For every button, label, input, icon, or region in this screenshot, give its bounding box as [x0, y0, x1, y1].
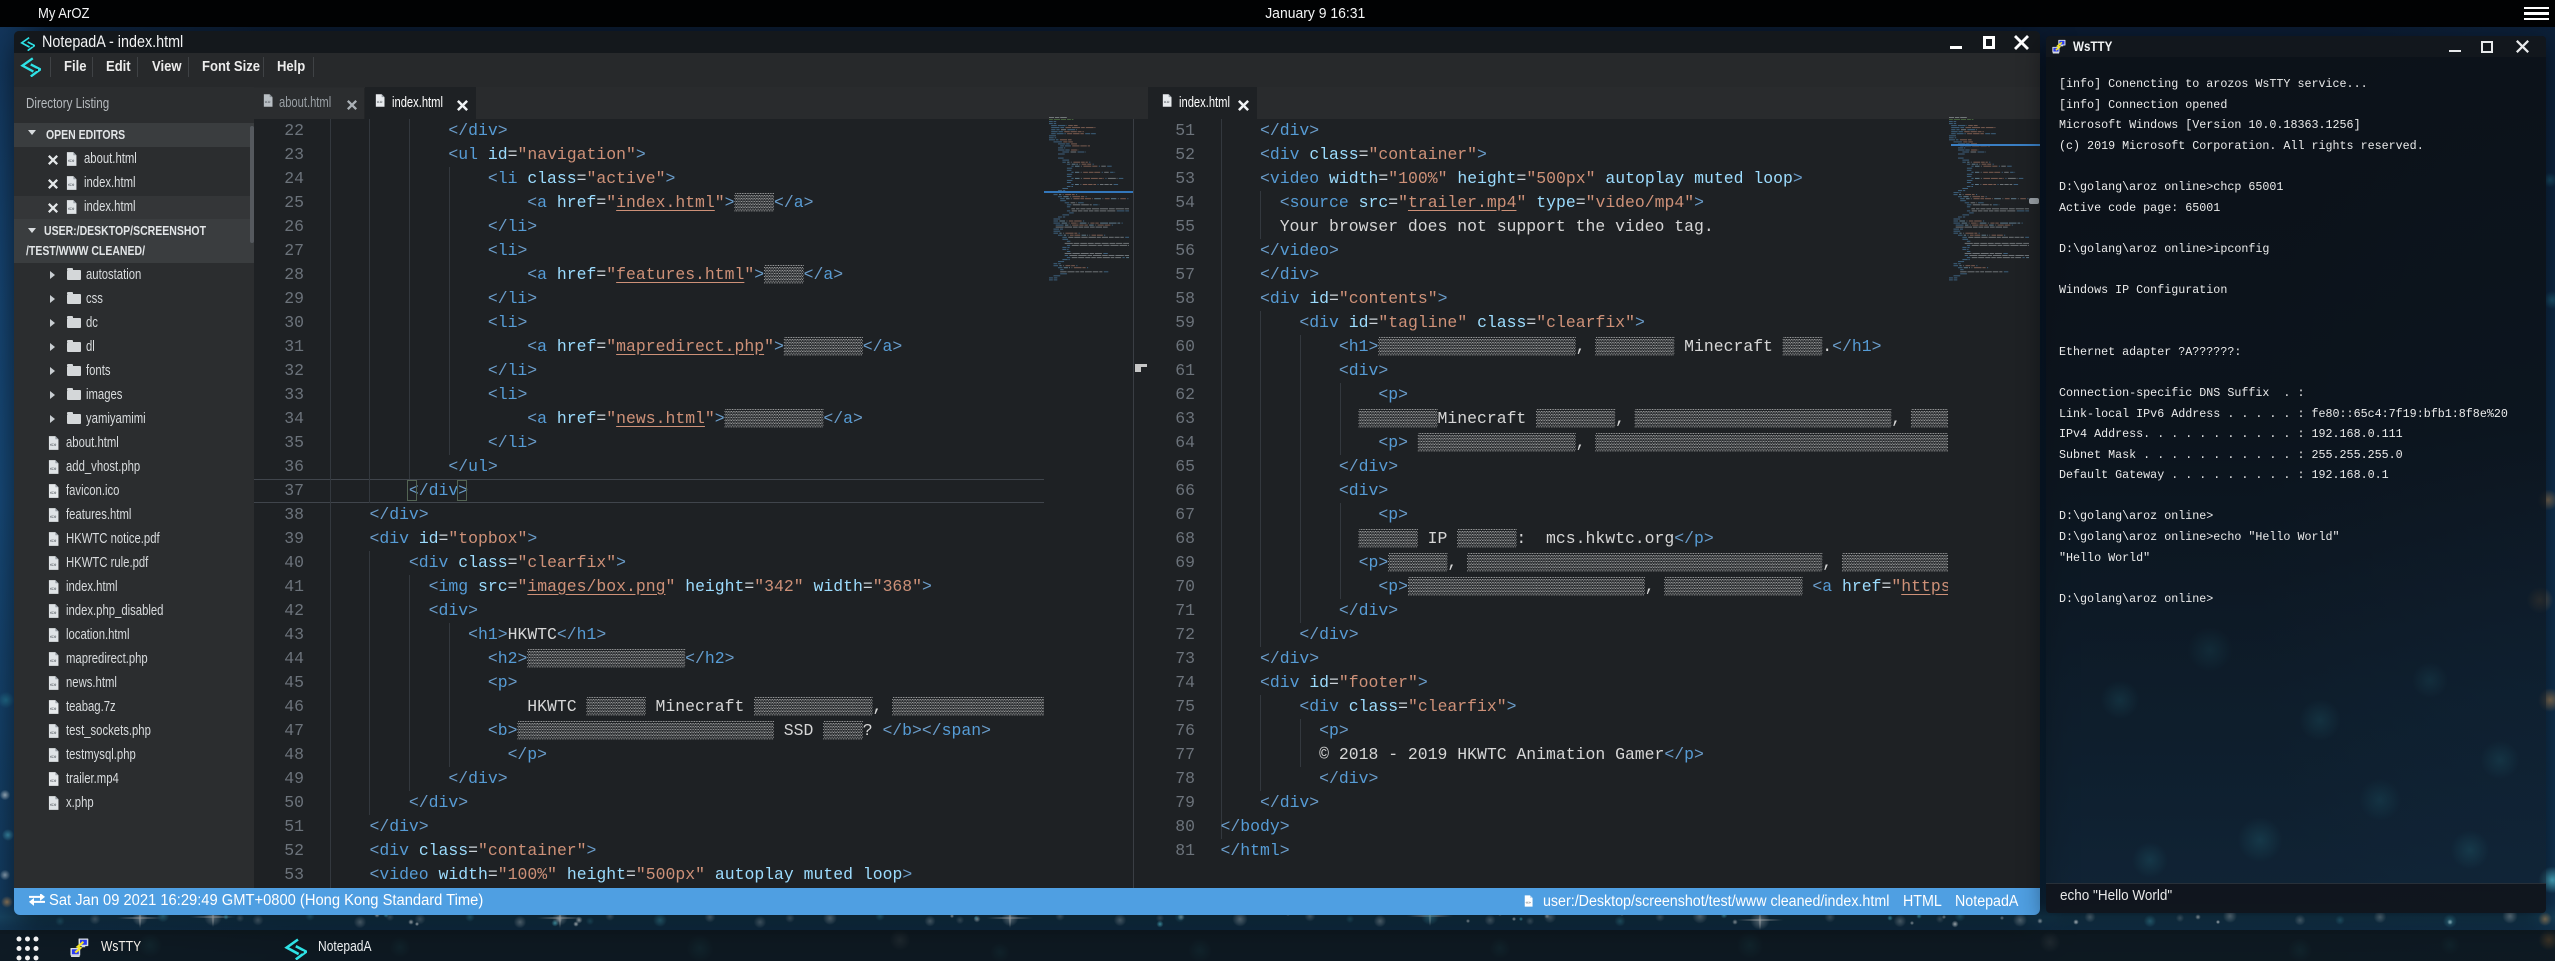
svg-text:«»: «» — [50, 779, 57, 785]
svg-text:«»: «» — [50, 707, 57, 713]
svg-text:«»: «» — [50, 683, 57, 689]
svg-text:«»: «» — [50, 467, 57, 473]
svg-text:«»: «» — [68, 158, 75, 164]
svg-text:«»: «» — [50, 755, 57, 761]
svg-text:«»: «» — [68, 207, 75, 213]
svg-text:«»: «» — [68, 182, 75, 188]
svg-text:«»: «» — [50, 659, 57, 665]
svg-text:«»: «» — [50, 803, 57, 809]
svg-text:«»: «» — [265, 100, 271, 106]
svg-text:«»: «» — [50, 515, 57, 521]
svg-text:«»: «» — [50, 539, 57, 545]
svg-text:«»: «» — [1525, 901, 1531, 906]
svg-text:«»: «» — [50, 731, 57, 737]
svg-text:«»: «» — [50, 443, 57, 449]
svg-text:«»: «» — [50, 587, 57, 593]
svg-text:«»: «» — [1164, 100, 1170, 106]
svg-text:«»: «» — [50, 611, 57, 617]
svg-text:«»: «» — [50, 563, 57, 569]
svg-text:«»: «» — [50, 635, 57, 641]
svg-text:«»: «» — [377, 100, 383, 106]
svg-text:«»: «» — [50, 491, 57, 497]
